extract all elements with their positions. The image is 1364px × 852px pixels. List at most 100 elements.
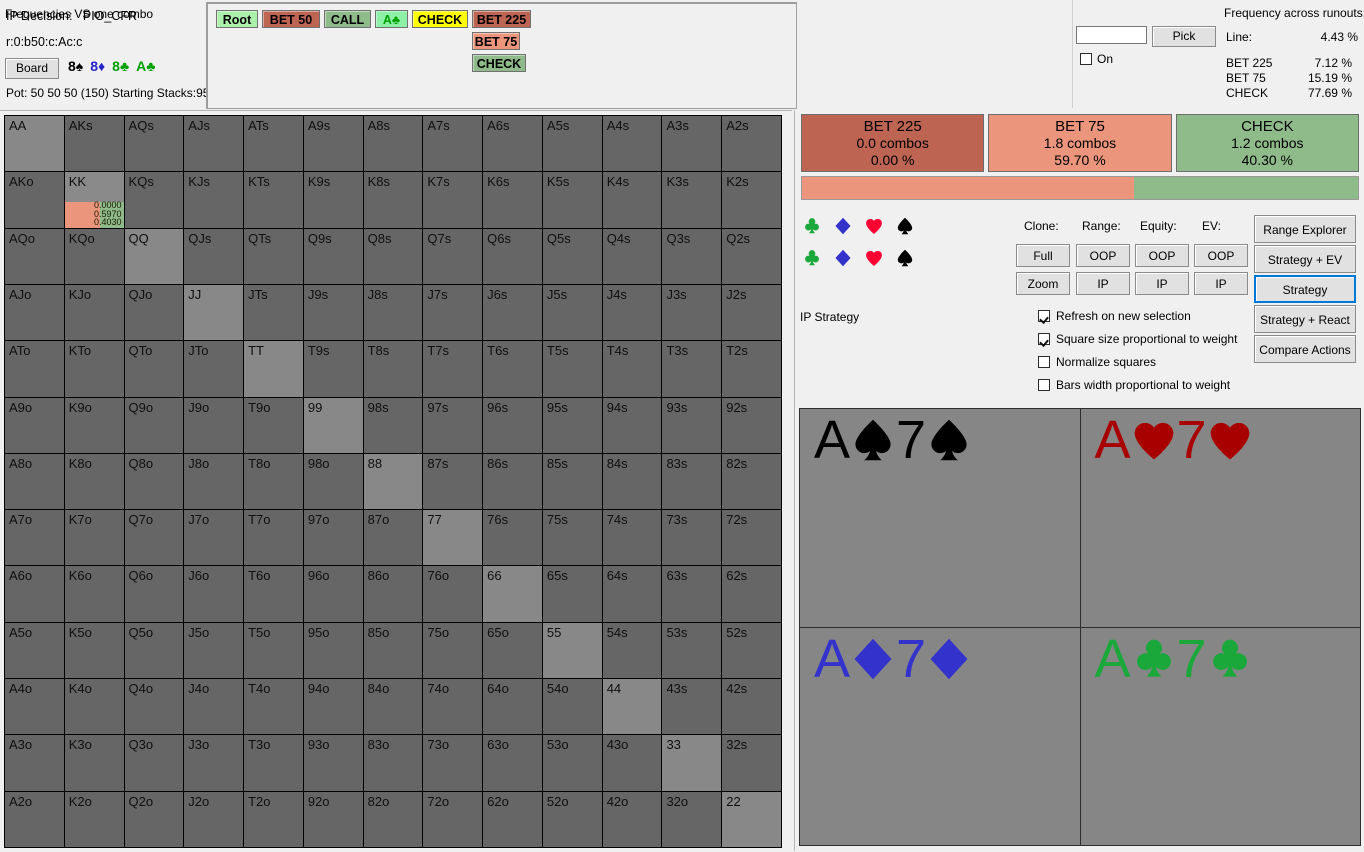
view-button-strategy-ev[interactable]: Strategy + EV bbox=[1254, 245, 1356, 273]
view-button-strategy[interactable]: Strategy bbox=[1254, 275, 1356, 303]
matrix-cell[interactable]: T8s bbox=[363, 341, 423, 397]
matrix-cell[interactable]: T9s bbox=[303, 341, 363, 397]
matrix-cell[interactable]: 92o bbox=[303, 791, 363, 847]
matrix-cell[interactable]: J7s bbox=[423, 284, 483, 341]
matrix-cell[interactable]: J2s bbox=[722, 284, 781, 341]
matrix-cell[interactable]: K6o bbox=[64, 566, 124, 622]
matrix-cell[interactable]: 94s bbox=[602, 397, 662, 453]
matrix-cell[interactable]: J3s bbox=[662, 284, 722, 341]
matrix-cell[interactable]: 83s bbox=[662, 453, 722, 510]
action-box-bet-75[interactable]: BET 75 1.8 combos 59.70 % bbox=[988, 114, 1172, 172]
matrix-cell[interactable]: T5s bbox=[542, 341, 602, 397]
matrix-cell[interactable]: 85s bbox=[542, 453, 602, 510]
matrix-cell[interactable]: 96o bbox=[303, 566, 363, 622]
matrix-cell[interactable]: 43o bbox=[602, 735, 662, 791]
matrix-cell[interactable]: 65o bbox=[483, 622, 542, 679]
matrix-cell[interactable]: QTs bbox=[244, 228, 303, 284]
action-box-bet-225[interactable]: BET 225 0.0 combos 0.00 % bbox=[801, 114, 985, 172]
matrix-cell[interactable]: 42o bbox=[602, 791, 662, 847]
matrix-cell[interactable]: 53o bbox=[542, 735, 602, 791]
matrix-cell[interactable]: 72s bbox=[722, 510, 781, 566]
matrix-cell[interactable]: 95o bbox=[303, 622, 363, 679]
matrix-cell[interactable]: A2o bbox=[5, 791, 64, 847]
matrix-cell[interactable]: J6o bbox=[184, 566, 244, 622]
matrix-cell[interactable]: Q5o bbox=[124, 622, 184, 679]
matrix-cell[interactable]: 63o bbox=[483, 735, 542, 791]
matrix-cell[interactable]: Q4s bbox=[602, 228, 662, 284]
matrix-cell[interactable]: KQs bbox=[124, 172, 184, 228]
matrix-cell[interactable]: J3o bbox=[184, 735, 244, 791]
matrix-cell[interactable]: T4s bbox=[602, 341, 662, 397]
matrix-cell[interactable]: T2o bbox=[244, 791, 303, 847]
heart-icon[interactable] bbox=[865, 249, 883, 267]
matrix-cell[interactable]: A2s bbox=[722, 116, 781, 172]
matrix-cell[interactable]: T6s bbox=[483, 341, 542, 397]
matrix-cell[interactable]: ATs bbox=[244, 116, 303, 172]
matrix-cell[interactable]: K2s bbox=[722, 172, 781, 228]
matrix-cell[interactable]: A4o bbox=[5, 679, 64, 735]
matrix-cell[interactable]: A7o bbox=[5, 510, 64, 566]
matrix-cell[interactable]: Q2o bbox=[124, 791, 184, 847]
option-normalize-squares[interactable]: Normalize squares bbox=[1038, 355, 1156, 369]
matrix-cell[interactable]: T3o bbox=[244, 735, 303, 791]
matrix-cell[interactable]: T7s bbox=[423, 341, 483, 397]
tree-node-bet-75[interactable]: BET 75 bbox=[472, 32, 520, 50]
matrix-cell[interactable]: K5o bbox=[64, 622, 124, 679]
matrix-cell[interactable]: AJs bbox=[184, 116, 244, 172]
matrix-cell[interactable]: T8o bbox=[244, 453, 303, 510]
matrix-cell[interactable]: 98o bbox=[303, 453, 363, 510]
matrix-cell[interactable]: Q6o bbox=[124, 566, 184, 622]
matrix-cell[interactable]: 84o bbox=[363, 679, 423, 735]
checkbox[interactable] bbox=[1038, 310, 1050, 322]
matrix-cell[interactable]: 54s bbox=[602, 622, 662, 679]
board-button[interactable]: Board bbox=[5, 58, 59, 79]
matrix-cell[interactable]: KTs bbox=[244, 172, 303, 228]
matrix-cell[interactable]: A6o bbox=[5, 566, 64, 622]
matrix-cell[interactable]: ATo bbox=[5, 341, 64, 397]
matrix-cell[interactable]: KJo bbox=[64, 284, 124, 341]
option-refresh-on-new-selection[interactable]: Refresh on new selection bbox=[1038, 309, 1191, 323]
matrix-cell[interactable]: K4o bbox=[64, 679, 124, 735]
matrix-cell[interactable]: K6s bbox=[483, 172, 542, 228]
grid-button-oop[interactable]: OOP bbox=[1135, 244, 1189, 267]
grid-button-zoom[interactable]: Zoom bbox=[1016, 272, 1070, 295]
matrix-cell[interactable]: K7s bbox=[423, 172, 483, 228]
matrix-cell[interactable]: T7o bbox=[244, 510, 303, 566]
matrix-cell[interactable]: TT bbox=[244, 341, 303, 397]
combo-cell-A7-spade[interactable]: A7 bbox=[799, 408, 1081, 628]
view-button-range-explorer[interactable]: Range Explorer bbox=[1254, 215, 1356, 243]
matrix-cell[interactable]: QTo bbox=[124, 341, 184, 397]
matrix-cell[interactable]: T3s bbox=[662, 341, 722, 397]
matrix-cell[interactable]: 99 bbox=[303, 397, 363, 453]
checkbox[interactable] bbox=[1038, 333, 1050, 345]
matrix-cell[interactable]: AKs bbox=[64, 116, 124, 172]
matrix-cell[interactable]: J7o bbox=[184, 510, 244, 566]
grid-button-ip[interactable]: IP bbox=[1135, 272, 1189, 295]
matrix-cell[interactable]: 87s bbox=[423, 453, 483, 510]
tree-node-call[interactable]: CALL bbox=[324, 10, 371, 28]
matrix-cell[interactable]: Q3o bbox=[124, 735, 184, 791]
matrix-cell[interactable]: J9s bbox=[303, 284, 363, 341]
combo-cell-A7-diamond[interactable]: A7 bbox=[799, 626, 1081, 846]
matrix-cell[interactable]: 97s bbox=[423, 397, 483, 453]
hand-matrix[interactable]: AA AKs AQs AJs ATs A9s A8s A7s A6s A5s A4s A3s A2s AK… bbox=[4, 115, 782, 848]
matrix-cell[interactable]: 96s bbox=[483, 397, 542, 453]
matrix-cell[interactable]: KQo bbox=[64, 228, 124, 284]
diamond-icon[interactable] bbox=[834, 249, 852, 267]
grid-button-ip[interactable]: IP bbox=[1076, 272, 1130, 295]
option-square-size-proportional-to-weight[interactable]: Square size proportional to weight bbox=[1038, 332, 1237, 346]
matrix-cell[interactable]: QJo bbox=[124, 284, 184, 341]
matrix-cell[interactable]: 44 bbox=[602, 679, 662, 735]
matrix-cell[interactable]: T6o bbox=[244, 566, 303, 622]
matrix-cell[interactable]: 63s bbox=[662, 566, 722, 622]
matrix-cell[interactable]: 64s bbox=[602, 566, 662, 622]
matrix-cell[interactable]: J4s bbox=[602, 284, 662, 341]
tree-node-check[interactable]: CHECK bbox=[472, 54, 526, 72]
matrix-cell[interactable]: 88 bbox=[363, 453, 423, 510]
matrix-cell[interactable]: 76o bbox=[423, 566, 483, 622]
matrix-cell[interactable]: 52o bbox=[542, 791, 602, 847]
matrix-cell[interactable]: T9o bbox=[244, 397, 303, 453]
matrix-cell[interactable]: J5s bbox=[542, 284, 602, 341]
matrix-cell[interactable]: K8s bbox=[363, 172, 423, 228]
matrix-cell[interactable]: K2o bbox=[64, 791, 124, 847]
